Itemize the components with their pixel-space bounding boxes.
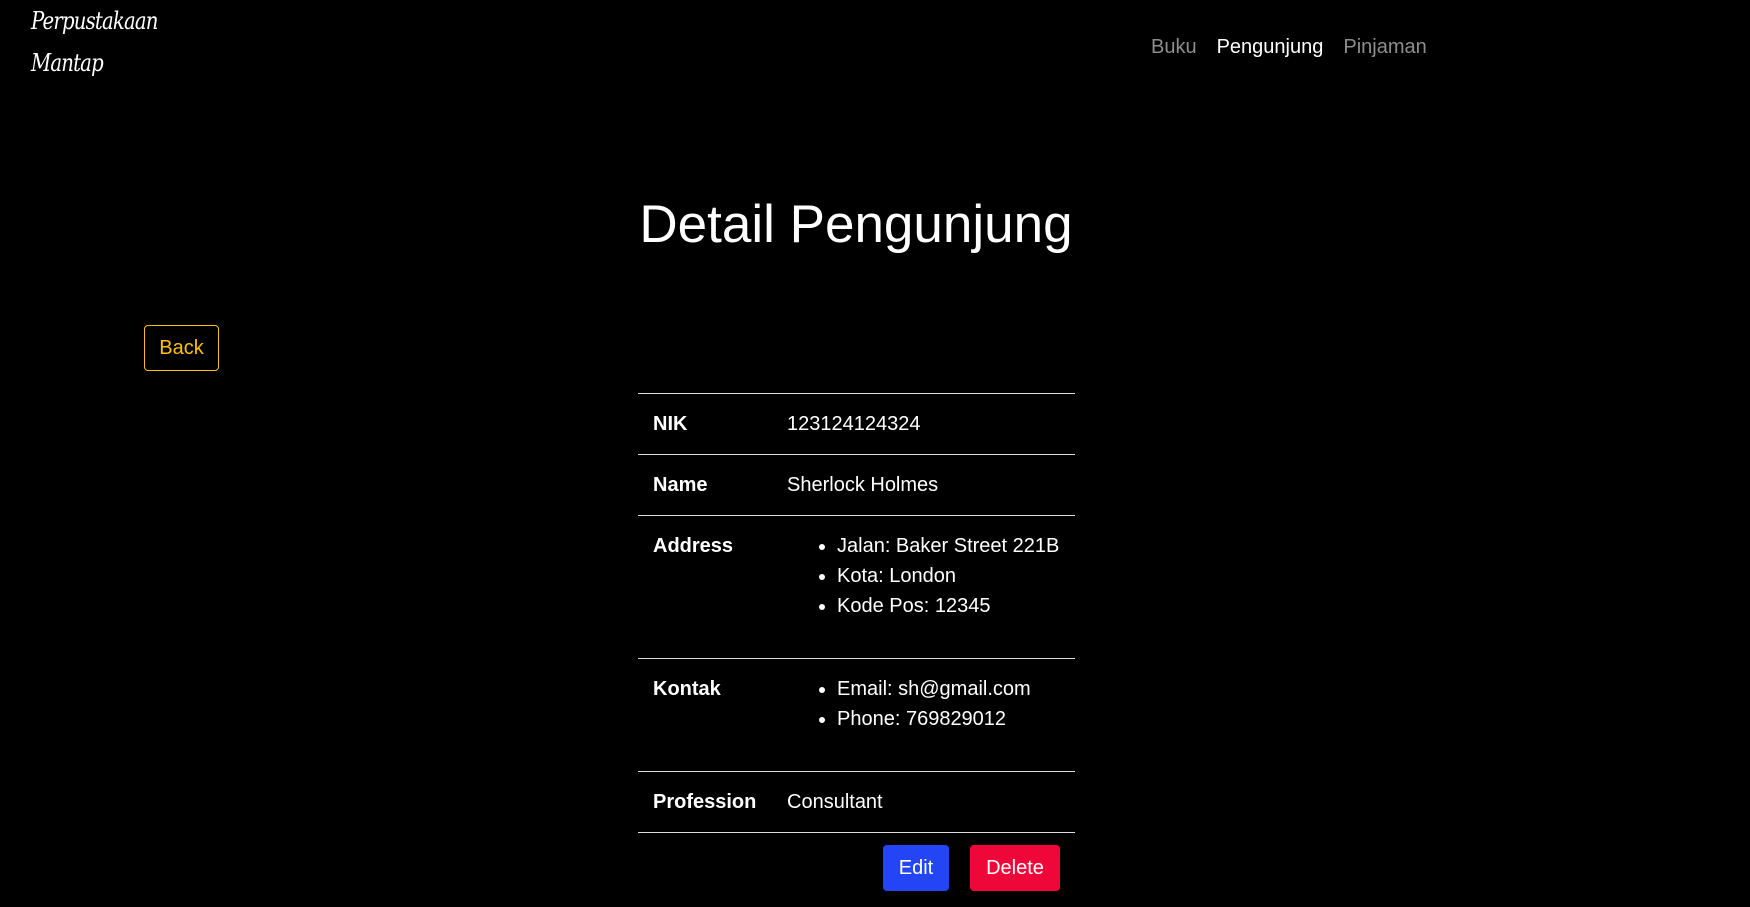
detail-table: NIK 123124124324 Name Sherlock Holmes Ad… bbox=[638, 393, 1075, 833]
brand-line-1: Perpustakaan bbox=[31, 7, 158, 35]
address-kota: Kota: London bbox=[837, 561, 1060, 591]
address-value: Jalan: Baker Street 221B Kota: London Ko… bbox=[772, 516, 1075, 659]
table-row-kontak: Kontak Email: sh@gmail.com Phone: 769829… bbox=[638, 658, 1075, 772]
nik-label: NIK bbox=[653, 413, 688, 435]
delete-button[interactable]: Delete bbox=[970, 845, 1060, 891]
profession-value: Consultant bbox=[787, 791, 883, 813]
nav-item-pinjaman[interactable]: Pinjaman bbox=[1343, 36, 1426, 59]
kontak-value: Email: sh@gmail.com Phone: 769829012 bbox=[772, 659, 1075, 772]
kontak-email: Email: sh@gmail.com bbox=[837, 674, 1060, 704]
name-label: Name bbox=[653, 474, 708, 496]
profession-label: Profession bbox=[653, 791, 757, 813]
back-button[interactable]: Back bbox=[144, 325, 219, 371]
address-list: Jalan: Baker Street 221B Kota: London Ko… bbox=[787, 531, 1060, 621]
main-nav: Buku Pengunjung Pinjaman bbox=[1151, 36, 1427, 59]
address-label: Address bbox=[653, 535, 734, 557]
nav-item-buku[interactable]: Buku bbox=[1151, 36, 1197, 59]
name-value: Sherlock Holmes bbox=[787, 474, 939, 496]
kontak-label: Kontak bbox=[653, 678, 721, 700]
table-row-profession: Profession Consultant bbox=[638, 771, 1075, 833]
page-title: Detail Pengunjung bbox=[639, 195, 1073, 254]
nav-item-pengunjung[interactable]: Pengunjung bbox=[1217, 36, 1324, 59]
table-row-name: Name Sherlock Holmes bbox=[638, 454, 1075, 516]
nik-value: 123124124324 bbox=[787, 413, 921, 435]
table-row-address: Address Jalan: Baker Street 221B Kota: L… bbox=[638, 515, 1075, 659]
brand-line-2: Mantap bbox=[31, 49, 104, 77]
address-kode-pos: Kode Pos: 12345 bbox=[837, 591, 1060, 621]
table-row-nik: NIK 123124124324 bbox=[638, 393, 1075, 455]
address-jalan: Jalan: Baker Street 221B bbox=[837, 531, 1060, 561]
kontak-list: Email: sh@gmail.com Phone: 769829012 bbox=[787, 674, 1060, 734]
brand-logo[interactable]: Perpustakaan Mantap bbox=[31, 0, 158, 84]
kontak-phone: Phone: 769829012 bbox=[837, 704, 1060, 734]
page: Perpustakaan Mantap Buku Pengunjung Pinj… bbox=[0, 0, 1750, 907]
edit-button[interactable]: Edit bbox=[883, 845, 949, 891]
